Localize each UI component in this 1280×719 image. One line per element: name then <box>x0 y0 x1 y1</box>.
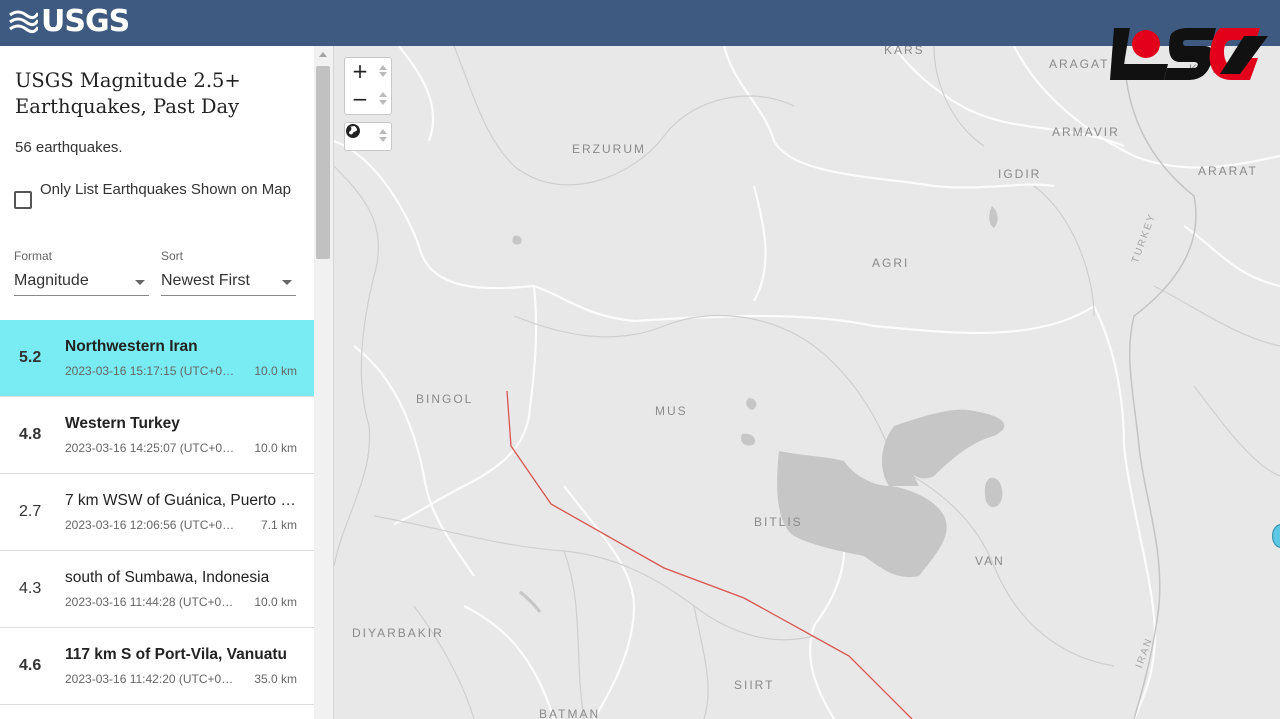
map-label-batman: BATMAN <box>539 707 601 719</box>
spinner-up-icon <box>379 129 387 134</box>
earthquake-list-item[interactable]: 2.7 7 km WSW of Guánica, Puerto Rico 202… <box>0 474 314 551</box>
scroll-up-arrow-icon[interactable] <box>319 52 327 57</box>
earthquake-list-item[interactable]: 4.6 117 km S of Port-Vila, Vanuatu 2023-… <box>0 628 314 705</box>
sort-value: Newest First <box>161 272 250 289</box>
format-value: Magnitude <box>14 272 89 289</box>
map-label-diyarbakir: DIYARBAKIR <box>352 626 444 640</box>
earthquake-list-panel: USGS Magnitude 2.5+ Earthquakes, Past Da… <box>0 46 334 719</box>
earthquake-list-item[interactable]: 4.3 south of Sumbawa, Indonesia 2023-03-… <box>0 551 314 628</box>
basemap-selector[interactable] <box>344 122 392 151</box>
usgs-logo-text: USGS <box>41 3 130 39</box>
page-title: USGS Magnitude 2.5+ Earthquakes, Past Da… <box>15 69 241 118</box>
usgs-wave-icon <box>9 10 38 34</box>
map-label-bitlis: BITLIS <box>754 515 803 529</box>
map-label-agri: AGRI <box>872 256 910 270</box>
map-label-aragat: ARAGAT <box>1049 57 1110 71</box>
map-label-kars: KARS <box>884 46 925 57</box>
map-label-igdir: IGDIR <box>998 167 1042 181</box>
only-list-shown-label: Only List Earthquakes Shown on Map <box>40 181 291 198</box>
earthquake-depth: 7.1 km <box>260 518 297 532</box>
spinner-down-icon <box>379 100 387 105</box>
earthquake-time: 2023-03-16 15:17:15 (UTC+03:30) <box>65 364 235 378</box>
map-label-ararat: ARARAT <box>1198 164 1258 178</box>
earthquake-depth: 10.0 km <box>254 364 297 378</box>
earthquake-depth: 10.0 km <box>254 441 297 455</box>
earthquake-list-item[interactable]: 5.2 Northwestern Iran 2023-03-16 15:17:1… <box>0 320 314 397</box>
chevron-down-icon <box>282 280 292 285</box>
earthquake-list-item[interactable]: 4.8 Western Turkey 2023-03-16 14:25:07 (… <box>0 397 314 474</box>
earthquake-time: 2023-03-16 11:42:20 (UTC+03:30) <box>65 672 235 686</box>
earthquake-magnitude: 2.7 <box>19 503 42 520</box>
earthquake-place: Western Turkey <box>65 415 180 432</box>
globe-icon <box>346 124 360 138</box>
map-label-erzurum: ERZURUM <box>572 142 646 156</box>
map-label-van: VAN <box>975 554 1005 568</box>
earthquake-place: south of Sumbawa, Indonesia <box>65 569 270 586</box>
scrollbar-thumb[interactable] <box>316 66 330 259</box>
zoom-in-button[interactable]: + <box>345 58 375 85</box>
map-label-bingol: BINGOL <box>416 392 474 406</box>
sort-select-group: Sort Newest First <box>161 249 296 296</box>
spinner-down-icon <box>379 72 387 77</box>
earthquake-place: 7 km WSW of Guánica, Puerto Rico <box>65 492 300 509</box>
earthquake-place: Northwestern Iran <box>65 338 198 355</box>
spinner-down-icon <box>379 137 387 142</box>
list-scrollbar[interactable] <box>314 46 333 719</box>
format-caption: Format <box>14 249 53 263</box>
spinner-up-icon <box>379 65 387 70</box>
chevron-down-icon <box>135 280 145 285</box>
sort-select[interactable]: Newest First <box>161 269 296 296</box>
map-view[interactable]: KARS ARAGAT KOT ERZURUM ARMAVIR IGDIR AR… <box>334 46 1280 719</box>
sort-caption: Sort <box>161 249 184 263</box>
earthquake-depth: 35.0 km <box>254 672 297 686</box>
earthquake-place: 117 km S of Port-Vila, Vanuatu <box>65 646 287 663</box>
earthquake-magnitude: 4.8 <box>19 426 42 443</box>
earthquake-magnitude: 5.2 <box>19 349 42 366</box>
earthquake-magnitude: 4.6 <box>19 657 42 674</box>
map-label-armavir: ARMAVIR <box>1052 125 1120 139</box>
earthquake-magnitude: 4.3 <box>19 580 42 597</box>
map-label-mus: MUS <box>655 404 688 418</box>
earthquake-count: 56 earthquakes. <box>15 139 123 156</box>
zoom-out-button[interactable]: − <box>345 86 375 113</box>
spinner-up-icon <box>379 92 387 97</box>
format-select[interactable]: Magnitude <box>14 269 149 296</box>
format-select-group: Format Magnitude <box>14 249 149 296</box>
only-list-shown-checkbox[interactable] <box>14 191 32 209</box>
earthquake-list: 5.2 Northwestern Iran 2023-03-16 15:17:1… <box>0 320 314 705</box>
earthquake-depth: 10.0 km <box>254 595 297 609</box>
app-header: USGS <box>0 0 1280 46</box>
map-label-siirt: SIIRT <box>734 678 775 692</box>
zoom-control: + − <box>344 57 392 115</box>
usgs-logo[interactable]: USGS <box>8 3 130 39</box>
map-basemap <box>334 46 1280 719</box>
earthquake-time: 2023-03-16 14:25:07 (UTC+03:30) <box>65 441 235 455</box>
site-watermark-logo <box>1110 28 1268 80</box>
earthquake-time: 2023-03-16 12:06:56 (UTC+03:30) <box>65 518 235 532</box>
earthquake-time: 2023-03-16 11:44:28 (UTC+03:30) <box>65 595 235 609</box>
